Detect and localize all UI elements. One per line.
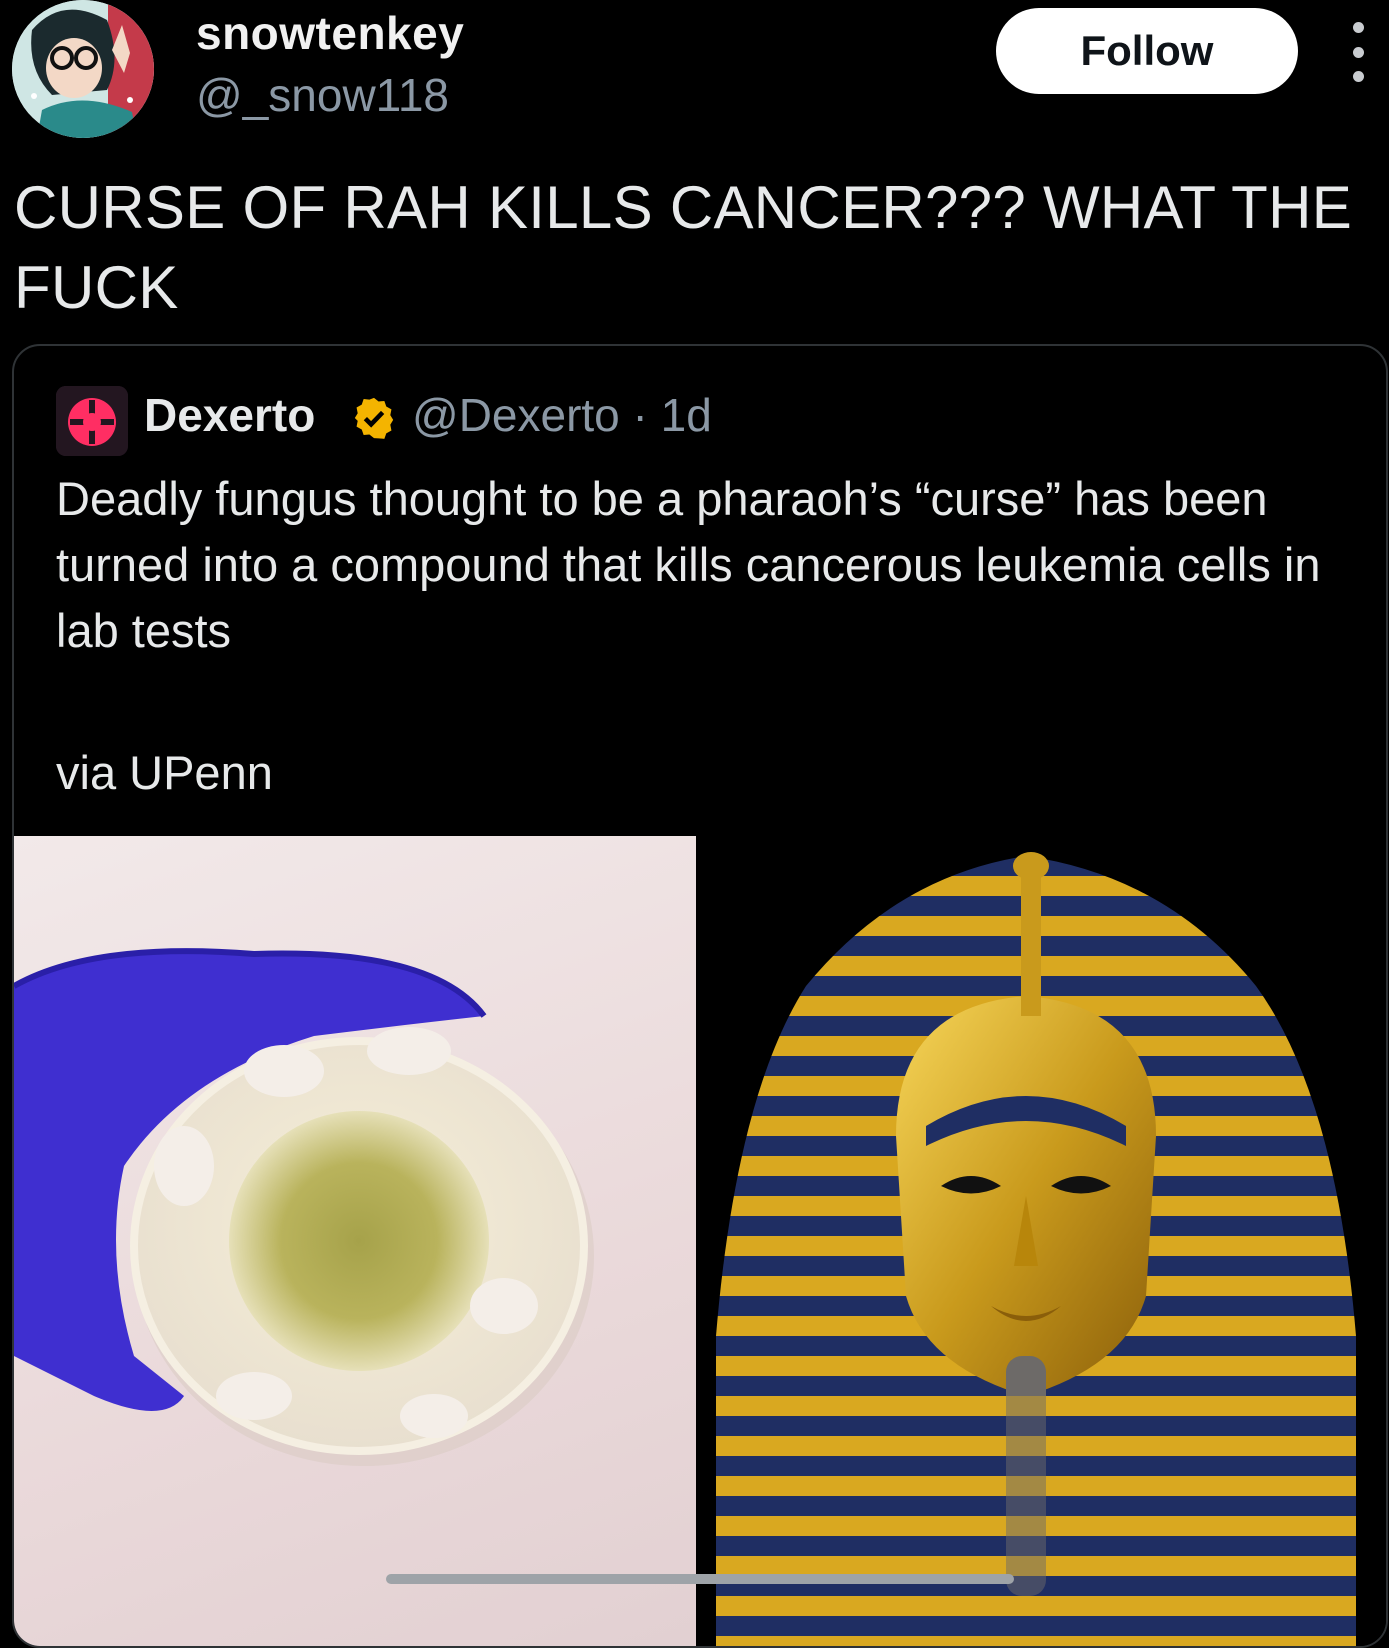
follow-button[interactable]: Follow xyxy=(996,8,1298,94)
pharaoh-mask-image xyxy=(696,836,1386,1646)
quoted-handle-time[interactable]: @Dexerto · 1d xyxy=(412,388,712,442)
pharaoh-mask-photo[interactable] xyxy=(696,836,1386,1646)
author-handle[interactable]: @_snow118 xyxy=(196,68,449,122)
post-text: CURSE OF RAH KILLS CANCER??? WHAT THE FU… xyxy=(14,174,1353,321)
quoted-post-text: Deadly fungus thought to be a pharaoh’s … xyxy=(56,472,1321,657)
petri-dish-image xyxy=(14,948,594,1466)
author-avatar[interactable] xyxy=(12,0,154,138)
quoted-post[interactable]: Dexerto @Dexerto · 1d Deadly fungus thou… xyxy=(12,344,1388,1648)
more-dot xyxy=(1352,71,1364,82)
anime-avatar-icon xyxy=(12,0,154,138)
dexerto-logo-icon[interactable] xyxy=(56,386,128,456)
post-header: snowtenkey @_snow118 Follow xyxy=(0,0,1389,150)
quoted-display-name[interactable]: Dexerto xyxy=(144,388,315,442)
verified-badge-icon xyxy=(354,397,394,439)
more-dot xyxy=(1352,46,1364,58)
quoted-post-via: via UPenn xyxy=(56,746,273,799)
scroll-indicator[interactable] xyxy=(386,1574,1014,1584)
more-vertical-icon[interactable] xyxy=(1346,22,1370,82)
petri-dish-photo[interactable] xyxy=(14,836,696,1646)
more-dot xyxy=(1352,22,1364,33)
dexerto-logo-graphic xyxy=(56,386,128,456)
author-display-name[interactable]: snowtenkey xyxy=(196,6,464,60)
